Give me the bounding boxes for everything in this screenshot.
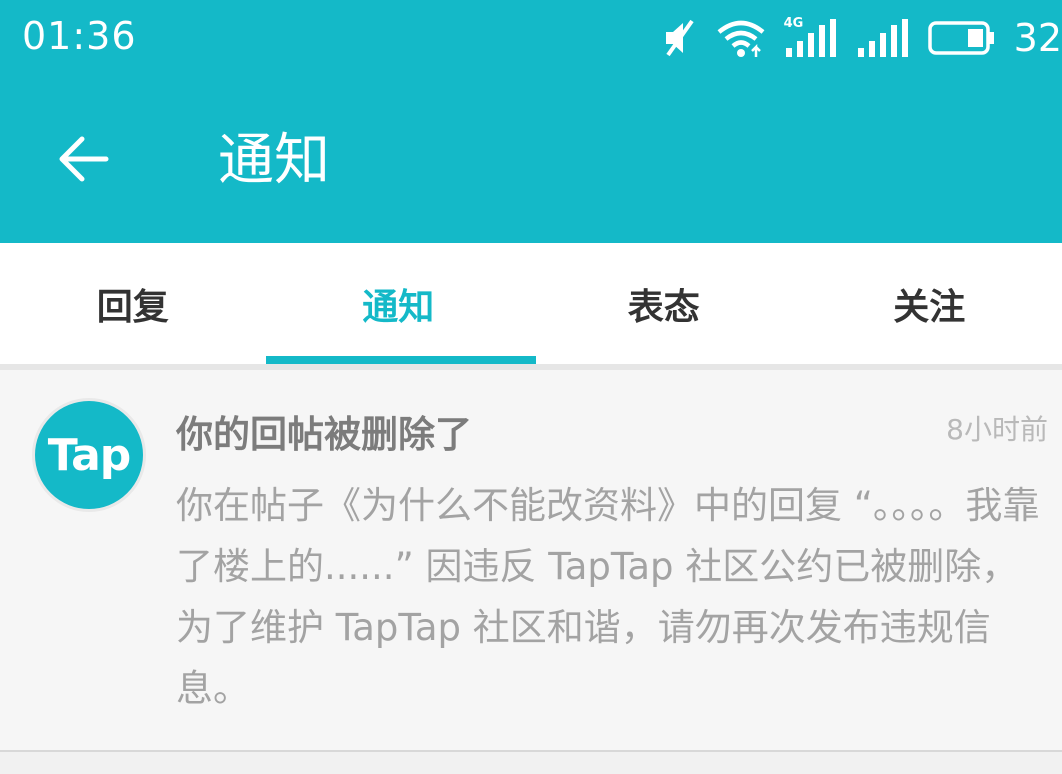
avatar[interactable]: Tap bbox=[32, 398, 146, 512]
tab-active-indicator bbox=[265, 356, 536, 364]
tab-label: 回复 bbox=[96, 286, 169, 328]
mute-icon bbox=[665, 19, 694, 57]
status-time: 01:36 bbox=[22, 14, 137, 58]
notification-body: 你在帖子《为什么不能改资料》中的回复 “。。。。我靠了楼上的......” 因违… bbox=[176, 484, 1040, 710]
tab-label: 表态 bbox=[627, 286, 700, 328]
tab-label: 关注 bbox=[893, 286, 966, 328]
back-button[interactable] bbox=[56, 135, 110, 183]
status-icons: 4G 32 bbox=[662, 16, 1062, 60]
notification-item[interactable]: Tap 你的回帖被删除了 8小时前 你在帖子《为什么不能改资料》中的回复 “。。… bbox=[0, 370, 1062, 750]
list-background bbox=[0, 752, 1062, 774]
notification-title: 你的回帖被删除了 bbox=[176, 413, 472, 456]
arrow-left-icon bbox=[59, 136, 109, 182]
battery-percent: 32 bbox=[1013, 16, 1062, 60]
tab-bar: 回复 通知 表态 关注 bbox=[0, 243, 1062, 364]
battery-icon bbox=[927, 21, 994, 55]
page-title: 通知 bbox=[218, 128, 330, 193]
tab-follow[interactable]: 关注 bbox=[797, 243, 1062, 364]
tap-logo: Tap bbox=[47, 429, 132, 481]
tab-reply[interactable]: 回复 bbox=[0, 243, 266, 364]
tab-reaction[interactable]: 表态 bbox=[531, 243, 797, 364]
tab-label: 通知 bbox=[362, 286, 435, 328]
app-bar: 通知 bbox=[0, 78, 1062, 243]
signal-4g-icon: 4G bbox=[784, 16, 838, 58]
tab-notification[interactable]: 通知 bbox=[265, 243, 536, 364]
wifi-icon bbox=[717, 20, 765, 57]
notification-time: 8小时前 bbox=[946, 413, 1048, 446]
signal-icon bbox=[857, 19, 908, 57]
status-bar: 01:36 4G 32 bbox=[0, 0, 1062, 78]
